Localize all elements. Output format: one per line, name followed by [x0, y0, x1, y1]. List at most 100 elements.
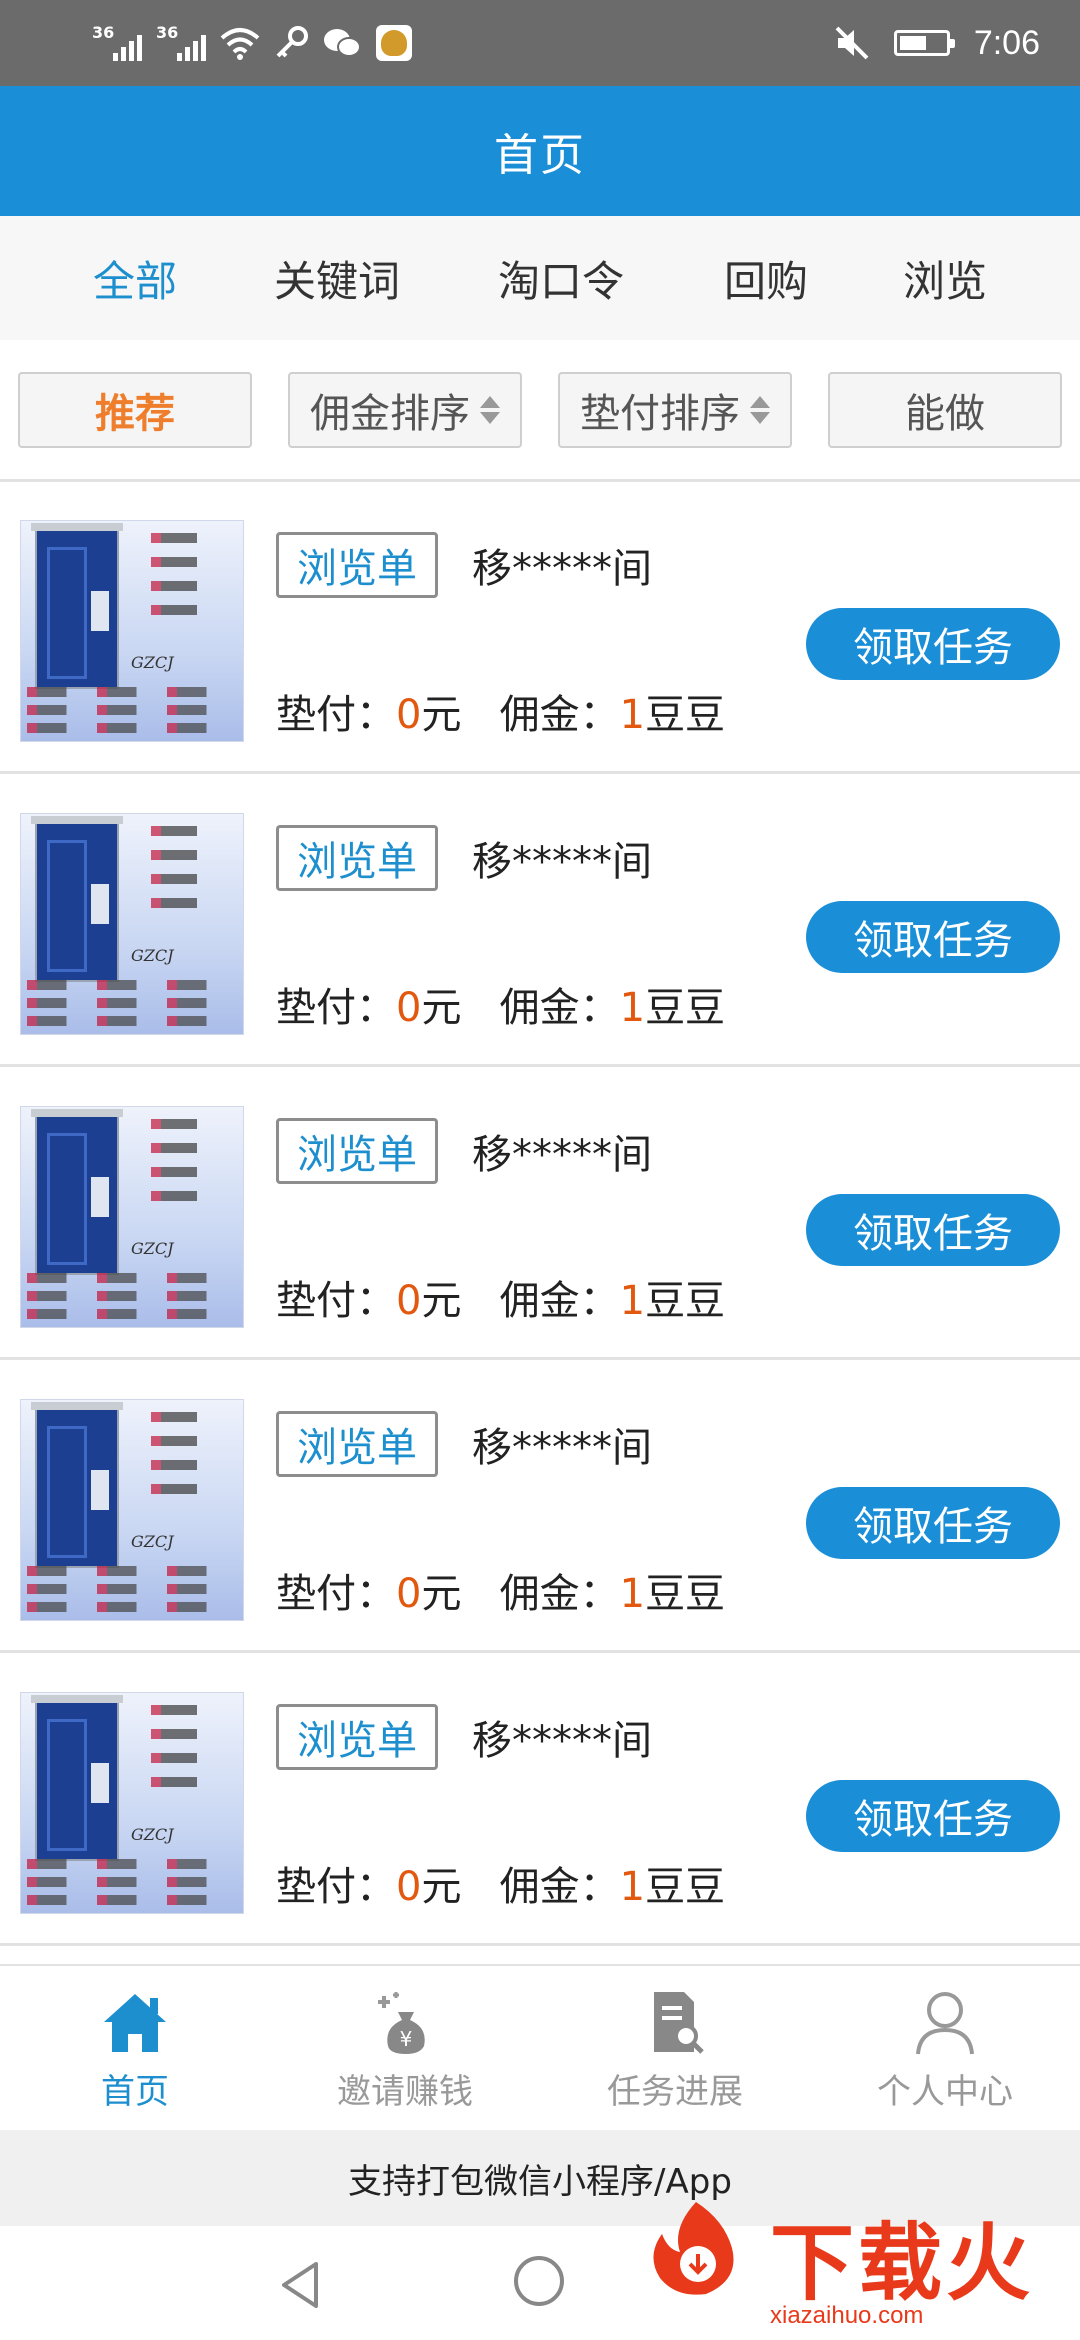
status-bar: 36 36 7:06 [0, 0, 1080, 86]
thumbnail-brand: GZCJ [131, 1239, 174, 1258]
task-money-line: 垫付：0元 佣金：1豆豆 [276, 682, 725, 740]
user-icon [916, 1992, 974, 2055]
nav-invite[interactable]: ¥ 邀请赚钱 [270, 1966, 540, 2132]
sort-arrows-icon [750, 396, 770, 424]
task-shop-name: 移*****间 [472, 1132, 652, 1178]
signal-icon: 36 [92, 23, 142, 63]
filter-advance-sort-button[interactable]: 垫付排序 [558, 372, 792, 448]
page-title: 首页 [494, 130, 586, 181]
product-thumbnail[interactable]: GZCJ [20, 520, 244, 742]
status-left-icons: 36 36 [92, 20, 412, 66]
filter-doable-button[interactable]: 能做 [828, 372, 1062, 448]
commission-value: 1 [619, 985, 646, 1031]
app-header: 首页 [0, 86, 1080, 216]
watermark: 下载火 xiazaihuo.com [640, 2190, 1080, 2340]
advance-unit: 元 [421, 985, 462, 1031]
product-thumbnail[interactable]: GZCJ [20, 1399, 244, 1621]
filter-label: 垫付排序 [580, 391, 740, 437]
task-money-line: 垫付：0元 佣金：1豆豆 [276, 1561, 725, 1619]
battery-icon [893, 30, 955, 56]
nav-task-progress-label: 任务进展 [607, 2072, 743, 2112]
booth-graphic [31, 1695, 123, 1861]
back-icon[interactable] [278, 2260, 322, 2310]
tab-keyword[interactable]: 关键词 [262, 216, 412, 340]
task-shop-name: 移*****间 [472, 1718, 652, 1764]
task-money-line: 垫付：0元 佣金：1豆豆 [276, 1268, 725, 1326]
home-circle-icon[interactable] [514, 2256, 564, 2306]
filter-label: 佣金排序 [310, 391, 470, 437]
task-card[interactable]: GZCJ 浏览单 移*****间 垫付：0元 佣金：1豆豆 领取任务 [0, 1070, 1080, 1360]
nav-home-label: 首页 [101, 2072, 169, 2112]
commission-value: 1 [619, 1864, 646, 1910]
booth-graphic [31, 1402, 123, 1568]
commission-label: 佣金： [499, 1864, 620, 1910]
claim-task-button[interactable]: 领取任务 [806, 608, 1060, 680]
advance-label: 垫付： [276, 1278, 396, 1324]
sort-arrows-icon [480, 396, 500, 424]
nav-profile-label: 个人中心 [877, 2072, 1013, 2112]
thumbnail-brand: GZCJ [131, 1532, 174, 1551]
advance-value: 0 [396, 1278, 422, 1324]
task-card[interactable]: GZCJ 浏览单 移*****间 垫付：0元 佣金：1豆豆 领取任务 [0, 1363, 1080, 1653]
nav-invite-label: 邀请赚钱 [337, 2072, 473, 2112]
flame-logo-icon [653, 2202, 734, 2295]
commission-label: 佣金： [499, 985, 620, 1031]
task-type-tag: 浏览单 [276, 1411, 438, 1477]
signal-label: 36 [92, 23, 115, 42]
status-right-icons: 7:06 [834, 18, 1040, 68]
svg-text:¥: ¥ [400, 2027, 413, 2051]
task-shop-name: 移*****间 [472, 546, 652, 592]
advance-unit: 元 [421, 1278, 462, 1324]
tab-repurchase[interactable]: 回购 [696, 216, 836, 340]
commission-unit: 豆豆 [645, 1278, 726, 1324]
bottom-nav: 首页 ¥ 邀请赚钱 任务进展 个人中心 [0, 1964, 1080, 2130]
signal-label: 36 [156, 23, 179, 42]
product-thumbnail[interactable]: GZCJ [20, 1692, 244, 1914]
tab-browse[interactable]: 浏览 [880, 216, 1010, 340]
filter-commission-sort-button[interactable]: 佣金排序 [288, 372, 522, 448]
task-card[interactable]: GZCJ 浏览单 移*****间 垫付：0元 佣金：1豆豆 领取任务 [0, 484, 1080, 774]
advance-value: 0 [396, 1571, 422, 1617]
thumbnail-brand: GZCJ [131, 946, 174, 965]
signal-icon: 36 [156, 23, 206, 63]
tab-all[interactable]: 全部 [60, 216, 210, 340]
category-tabs: 全部 关键词 淘口令 回购 浏览 [0, 216, 1080, 340]
task-type-tag: 浏览单 [276, 532, 438, 598]
nav-home[interactable]: 首页 [0, 1966, 270, 2132]
task-type-tag: 浏览单 [276, 825, 438, 891]
nav-profile[interactable]: 个人中心 [810, 1966, 1080, 2132]
claim-task-button[interactable]: 领取任务 [806, 901, 1060, 973]
commission-unit: 豆豆 [645, 692, 726, 738]
booth-graphic [31, 1109, 123, 1275]
commission-label: 佣金： [499, 692, 620, 738]
advance-unit: 元 [421, 1864, 462, 1910]
thumbnail-brand: GZCJ [131, 653, 174, 672]
claim-task-button[interactable]: 领取任务 [806, 1194, 1060, 1266]
filter-label: 能做 [905, 391, 985, 437]
claim-task-button[interactable]: 领取任务 [806, 1780, 1060, 1852]
claim-task-button[interactable]: 领取任务 [806, 1487, 1060, 1559]
task-money-line: 垫付：0元 佣金：1豆豆 [276, 1854, 725, 1912]
booth-graphic [31, 816, 123, 982]
advance-value: 0 [396, 985, 422, 1031]
document-search-icon [654, 1992, 704, 2054]
advance-value: 0 [396, 692, 422, 738]
filter-label: 推荐 [95, 391, 175, 437]
watermark-url: xiazaihuo.com [770, 2302, 924, 2329]
commission-unit: 豆豆 [645, 985, 726, 1031]
task-card[interactable]: GZCJ 浏览单 移*****间 垫付：0元 佣金：1豆豆 领取任务 [0, 1656, 1080, 1946]
filter-recommend-button[interactable]: 推荐 [18, 372, 252, 448]
thumbnail-brand: GZCJ [131, 1825, 174, 1844]
advance-label: 垫付： [276, 692, 396, 738]
nav-task-progress[interactable]: 任务进展 [540, 1966, 810, 2132]
wechat-icon [324, 29, 361, 57]
task-shop-name: 移*****间 [472, 839, 652, 885]
product-thumbnail[interactable]: GZCJ [20, 813, 244, 1035]
tab-taokouling[interactable]: 淘口令 [486, 216, 636, 340]
wifi-icon [220, 28, 260, 60]
task-card[interactable]: GZCJ 浏览单 移*****间 垫付：0元 佣金：1豆豆 领取任务 [0, 777, 1080, 1067]
commission-value: 1 [619, 692, 646, 738]
advance-label: 垫付： [276, 1571, 396, 1617]
advance-unit: 元 [421, 1571, 462, 1617]
product-thumbnail[interactable]: GZCJ [20, 1106, 244, 1328]
